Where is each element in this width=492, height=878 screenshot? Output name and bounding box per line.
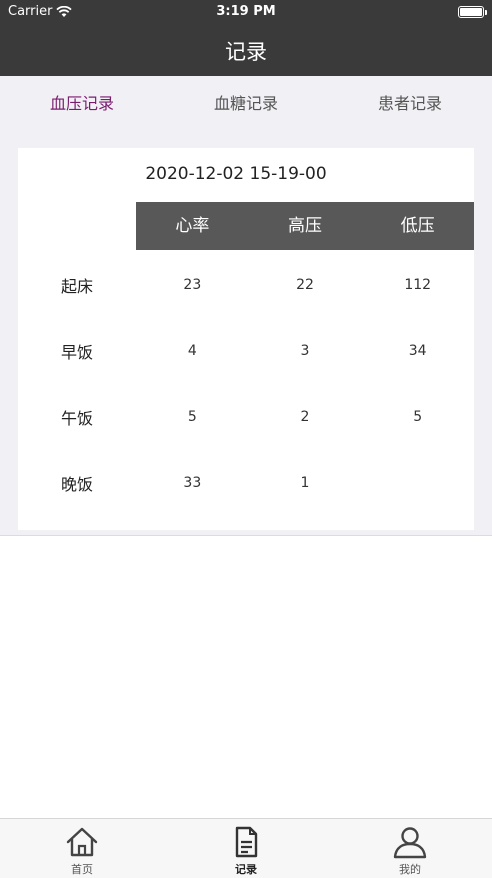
table-cell: 1 [300, 475, 310, 491]
table-row: 午饭 5 2 5 [18, 384, 474, 450]
status-time: 3:19 PM [216, 4, 276, 19]
page-title: 记录 [225, 40, 267, 64]
table-cell: 112 [404, 277, 432, 293]
row-label: 午饭 [60, 409, 93, 428]
table-cell: 3 [300, 343, 310, 359]
table-cell: 5 [187, 409, 197, 425]
column-header: 高压 [288, 216, 322, 236]
tabbar-home[interactable]: 首页 [0, 819, 164, 878]
segment-tabs: 血压记录 血糖记录 患者记录 [0, 76, 492, 132]
table-cell: 5 [413, 409, 423, 425]
home-icon [66, 827, 98, 857]
table-cell: 4 [187, 343, 197, 359]
table-cell: 34 [408, 343, 427, 359]
status-bar: Carrier 3:19 PM [0, 0, 492, 24]
table-cell: 33 [183, 475, 202, 491]
table-cell [361, 475, 474, 491]
table-row: 起床 23 22 112 [18, 252, 474, 318]
table-cell: 2 [300, 409, 310, 425]
tab-patient[interactable]: 患者记录 [328, 76, 492, 132]
tab-blood-pressure[interactable]: 血压记录 [0, 76, 164, 132]
tabbar-mine[interactable]: 我的 [328, 819, 492, 878]
top-bar: Carrier 3:19 PM 记录 [0, 0, 492, 76]
tabbar-label: 我的 [399, 863, 421, 876]
document-icon [235, 826, 258, 858]
row-label: 起床 [60, 277, 93, 296]
table-cell: 23 [183, 277, 202, 293]
person-icon [393, 827, 427, 859]
table-cell: 22 [296, 277, 314, 293]
tab-blood-sugar[interactable]: 血糖记录 [164, 76, 328, 132]
row-label: 早饭 [60, 343, 93, 362]
battery-icon [458, 6, 487, 18]
tabbar-records[interactable]: 记录 [164, 819, 328, 878]
record-card: 2020-12-02 15-19-00 心率 高压 低压 起床 23 22 11… [18, 148, 474, 530]
tabbar-label: 首页 [71, 863, 93, 876]
tabbar-label: 记录 [235, 863, 257, 876]
column-header: 心率 [175, 216, 210, 236]
record-datetime: 2020-12-02 15-19-00 [145, 164, 327, 184]
table-row: 早饭 4 3 34 [18, 318, 474, 384]
bottom-tab-bar: 首页 记录 我的 [0, 818, 492, 878]
table-row: 晚饭 33 1 [18, 450, 474, 516]
table-header: 心率 高压 低压 [136, 202, 474, 250]
row-label: 晚饭 [60, 475, 93, 494]
column-header: 低压 [400, 216, 435, 236]
